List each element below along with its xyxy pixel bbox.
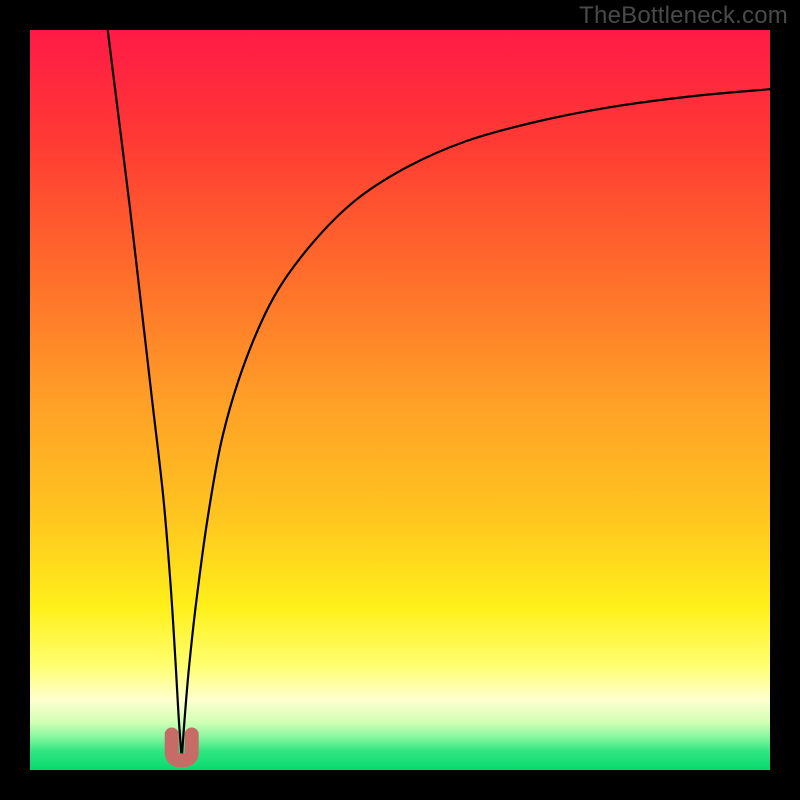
chart-frame: TheBottleneck.com	[0, 0, 800, 800]
watermark-text: TheBottleneck.com	[579, 2, 788, 30]
plot-area	[30, 30, 770, 770]
gradient-background	[30, 30, 770, 770]
chart-svg	[30, 30, 770, 770]
